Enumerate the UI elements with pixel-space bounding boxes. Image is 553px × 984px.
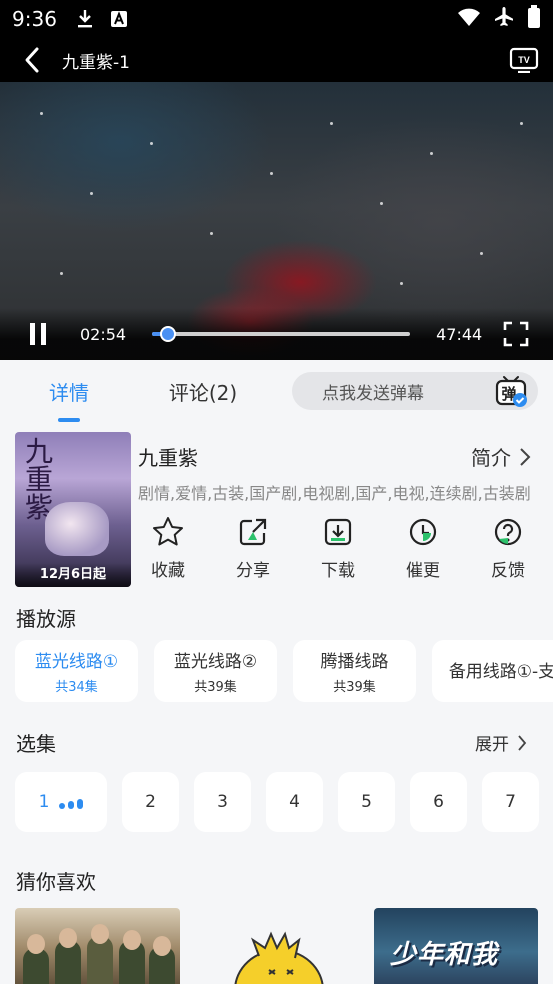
download-button[interactable]: 下载 bbox=[308, 514, 368, 581]
cartoon-character-icon bbox=[234, 931, 324, 984]
show-name: 九重紫 bbox=[138, 446, 198, 470]
recommend-item[interactable] bbox=[195, 908, 360, 984]
svg-text:TV: TV bbox=[518, 55, 530, 65]
title-bar: 九重紫-1 TV bbox=[0, 38, 553, 82]
episode-item[interactable]: 7 bbox=[482, 772, 539, 832]
status-bar: 9:36 bbox=[0, 0, 553, 38]
episode-item[interactable]: 3 bbox=[194, 772, 251, 832]
video-player[interactable]: 02:54 47:44 bbox=[0, 82, 553, 360]
star-icon bbox=[150, 514, 186, 550]
genre-tags: 剧情,爱情,古装,国产剧,电视剧,国产,电视,连续剧,古装剧 bbox=[138, 484, 531, 503]
sources-title: 播放源 bbox=[16, 607, 76, 631]
expand-button[interactable]: 展开 bbox=[475, 730, 527, 755]
download-icon bbox=[75, 9, 95, 29]
danmu-input[interactable]: 点我发送弹幕 弹 bbox=[292, 372, 538, 410]
clock-icon bbox=[405, 514, 441, 550]
expand-label: 展开 bbox=[475, 735, 509, 755]
pause-button[interactable] bbox=[24, 320, 52, 348]
tv-icon: TV bbox=[509, 47, 539, 73]
status-time: 9:36 bbox=[12, 7, 57, 31]
chevron-right-icon bbox=[520, 447, 531, 466]
duration: 47:44 bbox=[436, 324, 483, 344]
share-button[interactable]: 分享 bbox=[223, 514, 283, 581]
favorite-button[interactable]: 收藏 bbox=[138, 514, 198, 581]
status-icons bbox=[457, 5, 541, 33]
back-arrow-icon bbox=[25, 47, 39, 73]
tv-cast-button[interactable]: TV bbox=[509, 46, 539, 74]
player-controls: 02:54 47:44 bbox=[0, 308, 553, 360]
source-list: 蓝光线路① 共34集 蓝光线路② 共39集 腾播线路 共39集 备用线路①-支 bbox=[15, 640, 553, 704]
recommend-item-title: 少年和我 bbox=[390, 940, 499, 970]
source-item[interactable]: 蓝光线路② 共39集 bbox=[154, 640, 277, 702]
source-item[interactable]: 蓝光线路① 共34集 bbox=[15, 640, 138, 702]
tab-comments[interactable]: 评论(2) bbox=[148, 377, 258, 406]
source-item[interactable]: 备用线路①-支 bbox=[432, 640, 553, 702]
recommend-item[interactable]: 少年和我 bbox=[374, 908, 538, 984]
episode-list: 1 2 3 4 5 6 7 bbox=[15, 772, 553, 834]
danmu-toggle-icon[interactable]: 弹 bbox=[494, 374, 528, 408]
battery-icon bbox=[527, 5, 541, 33]
urge-update-button[interactable]: 催更 bbox=[393, 514, 453, 581]
video-title: 九重紫-1 bbox=[62, 52, 130, 73]
poster-date: 12月6日起 bbox=[15, 563, 131, 587]
show-poster[interactable]: 九重紫 12月6日起 bbox=[15, 432, 131, 587]
intro-label: 简介 bbox=[471, 446, 511, 470]
detail-panel: 详情 评论(2) 点我发送弹幕 弹 九重紫 12月6日起 九重紫 简介 剧情,爱… bbox=[0, 360, 553, 984]
fullscreen-icon bbox=[503, 321, 529, 347]
recommend-title: 猜你喜欢 bbox=[16, 870, 96, 894]
progress-bar[interactable] bbox=[152, 326, 411, 342]
current-time: 02:54 bbox=[80, 324, 127, 344]
tab-bar: 详情 评论(2) 点我发送弹幕 弹 bbox=[0, 360, 553, 422]
tab-details[interactable]: 详情 bbox=[14, 377, 124, 422]
episodes-title: 选集 bbox=[16, 732, 56, 756]
a-badge-icon bbox=[109, 9, 129, 29]
danmu-placeholder: 点我发送弹幕 bbox=[322, 383, 424, 404]
top-bar: 9:36 九重紫-1 TV bbox=[0, 0, 553, 82]
share-icon bbox=[235, 514, 271, 550]
download-icon bbox=[320, 514, 356, 550]
playing-indicator-icon bbox=[59, 795, 84, 809]
episode-item[interactable]: 5 bbox=[338, 772, 395, 832]
back-button[interactable] bbox=[22, 46, 50, 74]
episode-item[interactable]: 2 bbox=[122, 772, 179, 832]
episode-item[interactable]: 4 bbox=[266, 772, 323, 832]
wifi-icon bbox=[457, 7, 481, 31]
feedback-button[interactable]: 反馈 bbox=[478, 514, 538, 581]
source-item[interactable]: 腾播线路 共39集 bbox=[293, 640, 416, 702]
recommend-item[interactable] bbox=[15, 908, 180, 984]
pause-icon bbox=[30, 323, 35, 345]
fullscreen-button[interactable] bbox=[503, 321, 529, 347]
episode-item[interactable]: 6 bbox=[410, 772, 467, 832]
airplane-icon bbox=[493, 6, 515, 32]
episode-item-playing[interactable]: 1 bbox=[15, 772, 107, 832]
intro-button[interactable]: 简介 bbox=[471, 442, 531, 471]
show-info: 九重紫 12月6日起 九重紫 简介 剧情,爱情,古装,国产剧,电视剧,国产,电视… bbox=[15, 432, 543, 588]
question-icon bbox=[490, 514, 526, 550]
poster-figure bbox=[45, 502, 109, 556]
action-bar: 收藏 分享 下载 催更 反馈 bbox=[138, 514, 538, 581]
progress-thumb[interactable] bbox=[159, 326, 176, 342]
chevron-right-icon bbox=[518, 734, 527, 751]
